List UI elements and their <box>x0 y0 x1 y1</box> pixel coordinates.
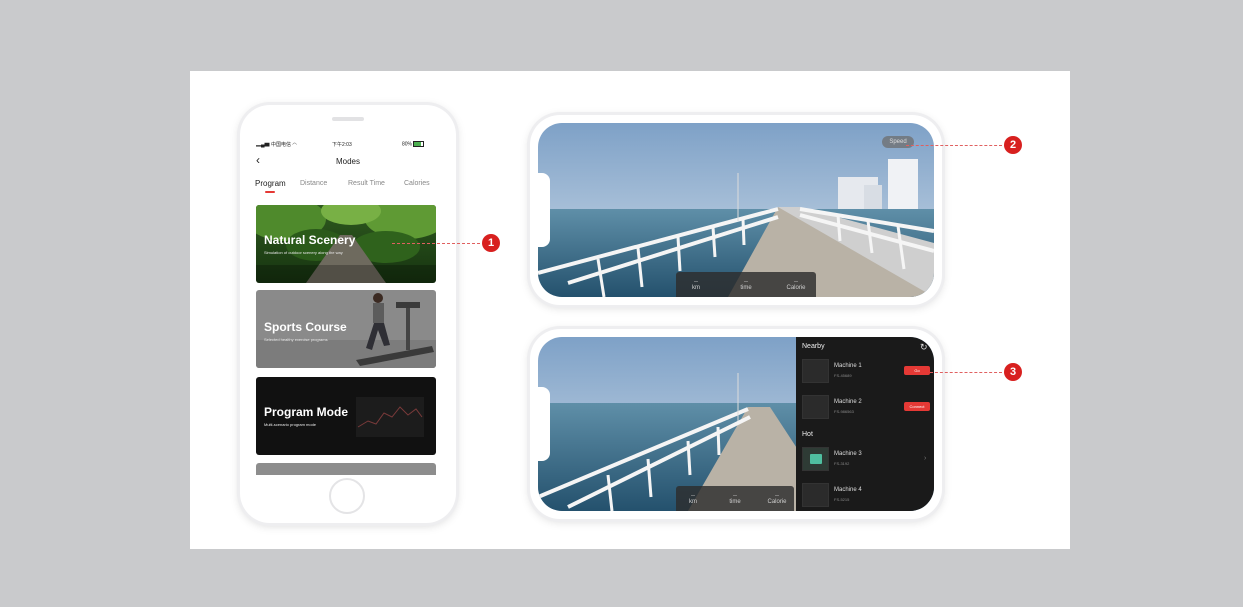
card-partial[interactable] <box>256 463 436 475</box>
tab-result-time[interactable]: Result Time <box>348 180 385 187</box>
tab-active-indicator <box>265 191 275 193</box>
card-title: Program Mode <box>264 405 349 419</box>
card-subtitle: Selected healthy exercise programs <box>264 337 328 342</box>
control-time[interactable]: -- time <box>731 279 761 291</box>
workout-control-bar: -- km -- time -- Calorie <box>676 272 816 297</box>
callout-marker: 2 <box>1004 136 1022 154</box>
control-label: Calorie <box>767 499 787 505</box>
section-nearby: Nearby <box>802 343 825 350</box>
seaside-boardwalk-image <box>538 123 934 297</box>
status-battery: 80% <box>402 141 425 147</box>
wifi-icon: ◠ <box>292 142 297 148</box>
card-title: Sports Course <box>264 320 347 334</box>
status-carrier: ▂▄▆ 中国电信 ◠ <box>256 142 297 148</box>
control-label: time <box>729 499 741 505</box>
control-label: km <box>692 285 700 291</box>
tab-calories[interactable]: Calories <box>404 180 430 187</box>
section-hot: Hot <box>802 431 813 438</box>
machine-name: Machine 2 <box>834 399 862 405</box>
callout-leader <box>930 372 1002 373</box>
machine-id: FS-5215 <box>834 497 850 502</box>
signal-icon: ▂▄▆ <box>256 142 270 148</box>
machine-panel: Nearby ↻ Machine 1 FS-45689 Go Machine 2… <box>796 337 934 511</box>
machine-thumbnail <box>802 395 829 419</box>
page-title: Modes <box>335 157 360 166</box>
control-time[interactable]: -- time <box>720 493 750 505</box>
workout-control-bar: -- km -- time -- Calorie <box>676 486 794 511</box>
modes-screen: ▂▄▆ 中国电信 ◠ 下午2:03 80% ‹ Modes Program Di… <box>252 133 444 475</box>
control-label: time <box>740 285 752 291</box>
machine-name: Machine 1 <box>834 363 862 369</box>
machine-thumbnail <box>802 483 829 507</box>
connect-button[interactable]: Connect <box>904 402 930 411</box>
phone-notch <box>538 387 550 461</box>
callout-leader <box>392 243 480 244</box>
card-subtitle: Simulation of outdoor scenery along the … <box>264 250 343 255</box>
card-subtitle: Multi-scenario program mode <box>264 422 317 427</box>
machine-list-screen: -- km -- time -- Calorie Nearby ↻ Machin… <box>538 337 934 511</box>
card-title: Natural Scenery <box>264 233 356 247</box>
callout-marker: 1 <box>482 234 500 252</box>
treadmill-icon <box>810 454 822 464</box>
control-distance[interactable]: -- km <box>678 493 708 505</box>
callout-leader <box>906 145 1002 146</box>
phone-portrait: ▂▄▆ 中国电信 ◠ 下午2:03 80% ‹ Modes Program Di… <box>240 105 456 523</box>
control-calorie[interactable]: -- Calorie <box>781 279 811 291</box>
refresh-icon[interactable]: ↻ <box>920 343 929 352</box>
callout-marker: 3 <box>1004 363 1022 381</box>
card-program-mode[interactable]: Program Mode Multi-scenario program mode <box>256 377 436 455</box>
card-sports-course[interactable]: Sports Course Selected healthy exercise … <box>256 290 436 368</box>
control-calorie[interactable]: -- Calorie <box>762 493 792 505</box>
phone-speaker <box>332 117 364 121</box>
tab-distance[interactable]: Distance <box>300 180 327 187</box>
control-label: Calorie <box>786 285 806 291</box>
chevron-right-icon: › <box>924 455 927 462</box>
card-natural-scenery[interactable]: Natural Scenery Simulation of outdoor sc… <box>256 205 436 283</box>
status-time: 下午2:03 <box>332 142 352 148</box>
machine-name: Machine 4 <box>834 487 862 493</box>
machine-thumbnail <box>802 359 829 383</box>
go-button[interactable]: Go <box>904 366 930 375</box>
home-button[interactable] <box>329 478 365 514</box>
machine-thumbnail <box>802 447 829 471</box>
machine-name: Machine 3 <box>834 451 862 457</box>
machine-id: FS-3192 <box>834 461 850 466</box>
machine-id: FS-986563 <box>834 409 854 414</box>
phone-landscape-machines: -- km -- time -- Calorie Nearby ↻ Machin… <box>530 329 942 519</box>
battery-icon <box>413 141 425 147</box>
machine-id: FS-45689 <box>834 373 852 378</box>
phone-landscape-scenery: Speed -- km -- time -- Calorie <box>530 115 942 305</box>
tab-program[interactable]: Program <box>255 179 286 188</box>
scenery-screen: Speed -- km -- time -- Calorie <box>538 123 934 297</box>
control-label: km <box>689 499 697 505</box>
control-distance[interactable]: -- km <box>681 279 711 291</box>
phone-notch <box>538 173 550 247</box>
speed-button[interactable]: Speed <box>882 136 914 148</box>
